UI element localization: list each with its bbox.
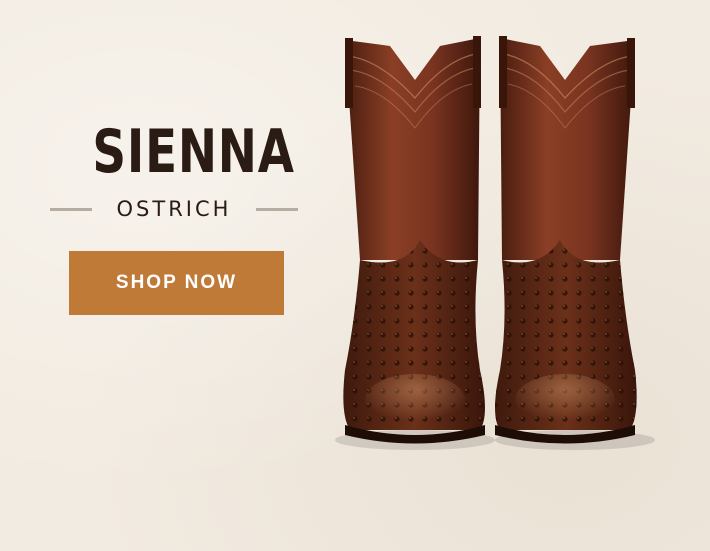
promo-banner[interactable]: SIENNA OSTRICH SHOP NOW	[0, 0, 710, 551]
shop-now-button[interactable]: SHOP NOW	[69, 251, 284, 315]
product-title: SIENNA	[92, 117, 295, 187]
product-subtitle: OSTRICH	[116, 197, 232, 221]
right-divider	[256, 207, 298, 211]
left-divider	[50, 207, 92, 211]
boots-image[interactable]	[320, 20, 660, 470]
right-boot	[495, 36, 637, 444]
subtitle-row: OSTRICH	[50, 196, 298, 222]
left-boot	[343, 36, 485, 444]
